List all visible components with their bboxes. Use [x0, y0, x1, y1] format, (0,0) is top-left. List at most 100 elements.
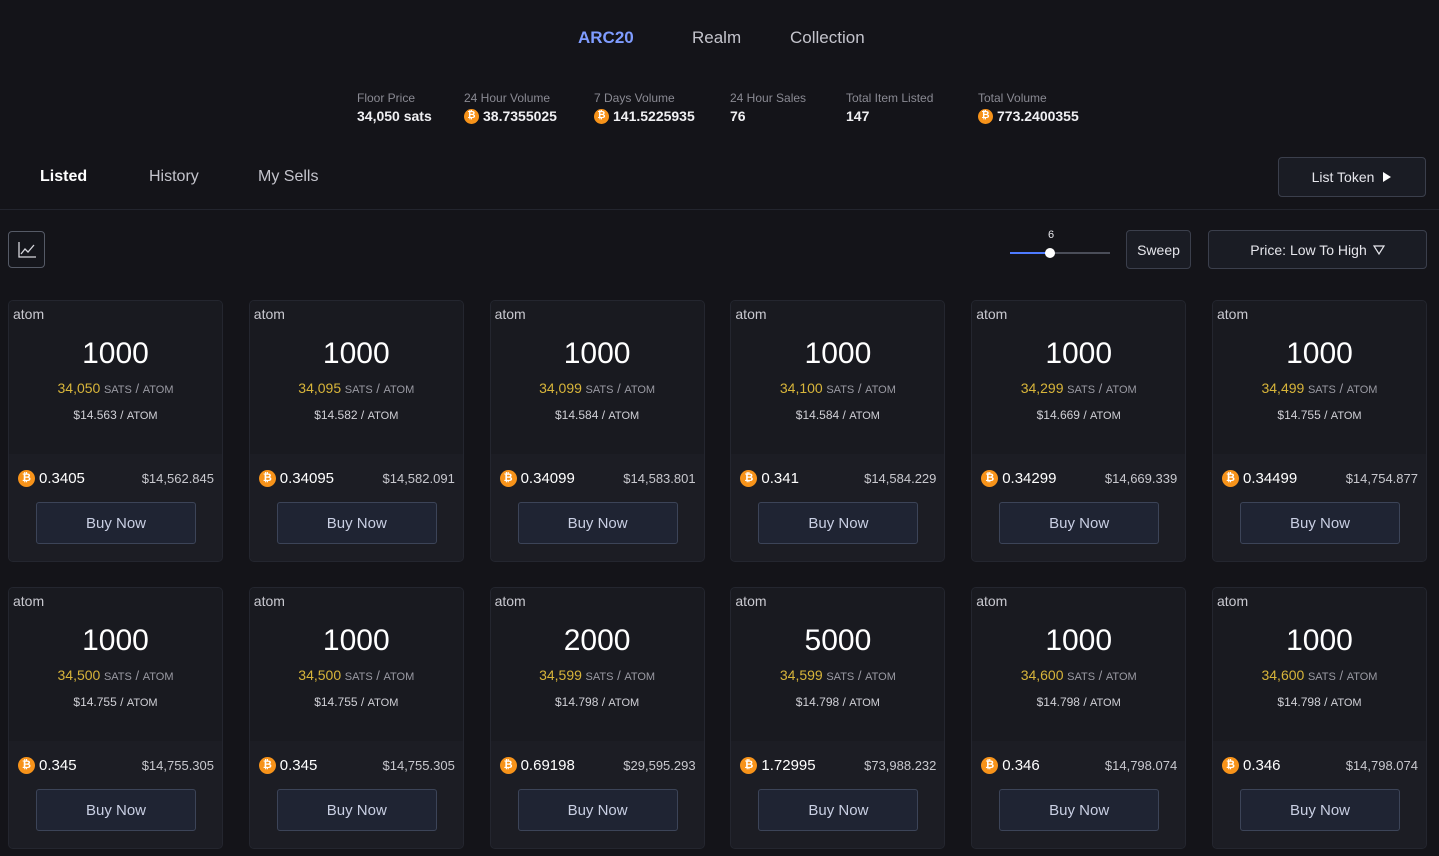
- card-amount: 1000: [1286, 624, 1353, 657]
- buy-now-button[interactable]: Buy Now: [517, 502, 678, 544]
- listing-card[interactable]: atom 1000 34,499 SATS / ATOM $14.755 / A…: [1211, 300, 1427, 562]
- card-bottom: ₿ 0.34095 $14,582.091 Buy Now: [249, 454, 463, 561]
- buy-now-button[interactable]: Buy Now: [758, 502, 919, 544]
- card-sats-price: 34,100 SATS / ATOM: [779, 380, 896, 396]
- stat-label: 7 Days Volume: [594, 91, 675, 105]
- card-bottom: ₿ 0.346 $14,798.074 Buy Now: [1212, 741, 1426, 848]
- card-usd-total: $14,754.877: [1345, 471, 1418, 486]
- card-btc-total: ₿ 0.341: [740, 470, 799, 487]
- card-sats-price: 34,050 SATS / ATOM: [57, 380, 174, 396]
- card-amount: 1000: [1286, 337, 1353, 370]
- listing-card[interactable]: atom 1000 34,500 SATS / ATOM $14.755 / A…: [8, 587, 223, 849]
- bitcoin-icon: ₿: [258, 757, 276, 774]
- card-sats-price: 34,599 SATS / ATOM: [539, 667, 656, 683]
- sort-dropdown[interactable]: Price: Low To High: [1208, 230, 1427, 269]
- card-sats-price: 34,500 SATS / ATOM: [298, 667, 415, 683]
- tab-realm[interactable]: Realm: [692, 28, 741, 48]
- listing-card[interactable]: atom 1000 34,500 SATS / ATOM $14.755 / A…: [248, 587, 464, 849]
- bitcoin-icon: ₿: [464, 108, 479, 124]
- bitcoin-icon: ₿: [1221, 757, 1239, 774]
- card-bottom: ₿ 0.346 $14,798.074 Buy Now: [972, 741, 1186, 848]
- card-top: atom 1000 34,600 SATS / ATOM $14.798 / A…: [972, 588, 1186, 741]
- listing-card[interactable]: atom 2000 34,599 SATS / ATOM $14.798 / A…: [489, 587, 705, 849]
- card-amount: 1000: [322, 337, 390, 370]
- card-ticker: atom: [1216, 593, 1249, 609]
- slider-fill: [1010, 252, 1050, 254]
- card-usd-total: $14,798.074: [1345, 758, 1418, 773]
- listing-card[interactable]: atom 1000 34,299 SATS / ATOM $14.669 / A…: [971, 300, 1187, 562]
- listing-card[interactable]: atom 1000 34,600 SATS / ATOM $14.798 / A…: [1211, 587, 1427, 849]
- card-sats-price: 34,499 SATS / ATOM: [1261, 380, 1378, 396]
- card-bottom: ₿ 0.69198 $29,595.293 Buy Now: [490, 741, 704, 848]
- listing-card[interactable]: atom 5000 34,599 SATS / ATOM $14.798 / A…: [730, 587, 946, 849]
- buy-now-button[interactable]: Buy Now: [517, 789, 678, 831]
- listing-card[interactable]: atom 1000 34,100 SATS / ATOM $14.584 / A…: [730, 300, 946, 562]
- stats-bar: Floor Price 34,050 sats 24 Hour Volume ₿…: [0, 91, 1439, 131]
- stat-total-listed: Total Item Listed 147: [846, 91, 933, 124]
- buy-now-button[interactable]: Buy Now: [276, 502, 437, 544]
- card-top: atom 1000 34,100 SATS / ATOM $14.584 / A…: [731, 301, 945, 454]
- card-sats-price: 34,099 SATS / ATOM: [539, 380, 656, 396]
- buy-now-button[interactable]: Buy Now: [999, 789, 1160, 831]
- card-usd-price: $14.798 / ATOM: [555, 695, 640, 709]
- card-usd-total: $14,562.845: [141, 471, 214, 486]
- bitcoin-icon: ₿: [978, 108, 993, 124]
- card-ticker: atom: [253, 593, 285, 609]
- card-usd-price: $14.584 / ATOM: [795, 408, 880, 422]
- buy-now-button[interactable]: Buy Now: [276, 789, 437, 831]
- tab-arc20[interactable]: ARC20: [578, 28, 634, 48]
- slider-value: 6: [1047, 229, 1055, 241]
- bitcoin-icon: ₿: [594, 108, 609, 124]
- tab-collection[interactable]: Collection: [790, 28, 865, 48]
- card-usd-total: $14,583.801: [623, 471, 696, 486]
- card-ticker: atom: [1216, 306, 1249, 322]
- buy-now-button[interactable]: Buy Now: [758, 789, 919, 831]
- card-amount: 1000: [1045, 337, 1113, 370]
- card-btc-total: ₿ 0.346: [981, 757, 1040, 774]
- buy-now-button[interactable]: Buy Now: [999, 502, 1160, 544]
- buy-now-button[interactable]: Buy Now: [36, 789, 196, 831]
- card-sats-price: 34,600 SATS / ATOM: [1020, 667, 1137, 683]
- list-token-label: List Token: [1311, 169, 1375, 185]
- listing-card[interactable]: atom 1000 34,050 SATS / ATOM $14.563 / A…: [8, 300, 223, 562]
- sub-tabs: Listed History My Sells: [0, 168, 600, 192]
- bitcoin-icon: ₿: [18, 470, 35, 487]
- bitcoin-icon: ₿: [740, 757, 758, 774]
- buy-now-button[interactable]: Buy Now: [1239, 502, 1400, 544]
- card-ticker: atom: [976, 593, 1008, 609]
- card-usd-price: $14.798 / ATOM: [1036, 695, 1121, 709]
- card-bottom: ₿ 0.3405 $14,562.845 Buy Now: [9, 454, 222, 561]
- listing-card[interactable]: atom 1000 34,099 SATS / ATOM $14.584 / A…: [489, 300, 705, 562]
- card-sats-price: 34,600 SATS / ATOM: [1261, 667, 1378, 683]
- card-btc-total: ₿ 0.69198: [499, 757, 575, 774]
- tab-listed[interactable]: Listed: [40, 168, 87, 186]
- tab-history[interactable]: History: [149, 168, 199, 186]
- sweep-count-slider[interactable]: 6: [1010, 229, 1110, 261]
- card-ticker: atom: [735, 306, 767, 322]
- card-ticker: atom: [13, 306, 45, 322]
- slider-track[interactable]: [1010, 252, 1110, 254]
- card-ticker: atom: [494, 306, 526, 322]
- buy-now-button[interactable]: Buy Now: [36, 502, 196, 544]
- card-ticker: atom: [494, 593, 526, 609]
- listing-card[interactable]: atom 1000 34,095 SATS / ATOM $14.582 / A…: [248, 300, 464, 562]
- card-amount: 2000: [563, 624, 631, 657]
- card-usd-total: $73,988.232: [864, 758, 937, 773]
- bitcoin-icon: ₿: [740, 470, 758, 487]
- chart-toggle-button[interactable]: [8, 231, 45, 268]
- sweep-button[interactable]: Sweep: [1126, 230, 1191, 269]
- stat-label: 24 Hour Volume: [464, 91, 551, 105]
- listing-card[interactable]: atom 1000 34,600 SATS / ATOM $14.798 / A…: [971, 587, 1187, 849]
- buy-now-button[interactable]: Buy Now: [1239, 789, 1400, 831]
- triangle-down-icon: [1372, 244, 1385, 255]
- tab-my-sells[interactable]: My Sells: [258, 168, 318, 186]
- card-usd-price: $14.755 / ATOM: [73, 695, 158, 709]
- list-token-button[interactable]: List Token: [1278, 157, 1426, 197]
- slider-thumb[interactable]: [1045, 248, 1055, 258]
- card-usd-price: $14.563 / ATOM: [73, 408, 158, 422]
- card-btc-total: ₿ 1.72995: [740, 757, 816, 774]
- card-top: atom 1000 34,500 SATS / ATOM $14.755 / A…: [249, 588, 463, 741]
- card-ticker: atom: [976, 306, 1008, 322]
- card-usd-price: $14.584 / ATOM: [555, 408, 640, 422]
- card-sats-price: 34,095 SATS / ATOM: [298, 380, 415, 396]
